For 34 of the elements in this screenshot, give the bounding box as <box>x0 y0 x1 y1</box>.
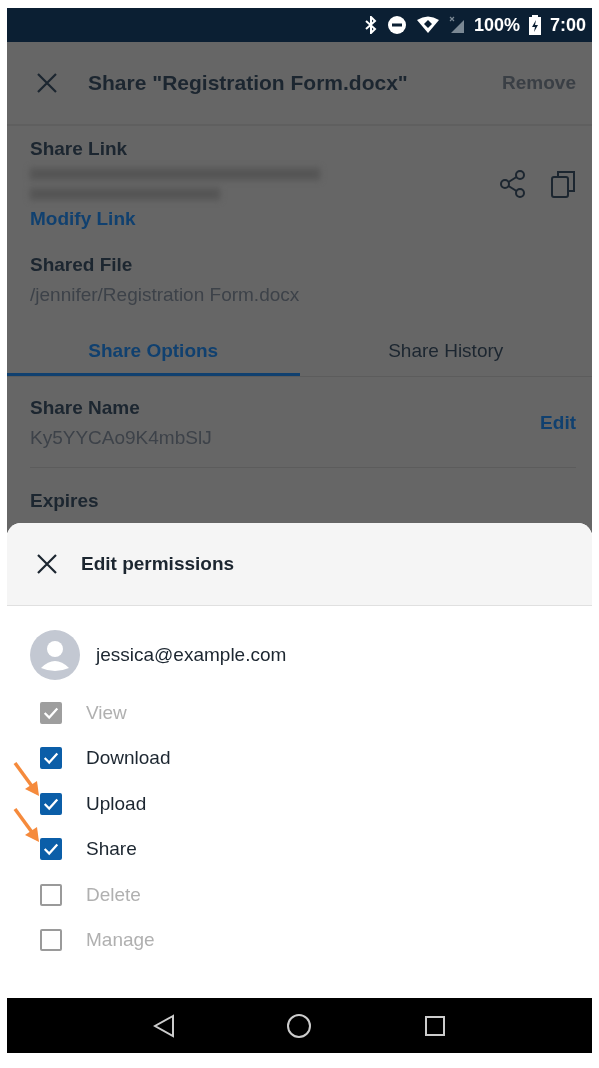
battery-charging-icon <box>528 15 541 35</box>
permission-label: Download <box>86 747 171 770</box>
expires-label: Expires <box>30 490 100 512</box>
user-email: jessica@example.com <box>96 644 287 666</box>
permission-checkbox[interactable] <box>40 747 62 770</box>
permission-checkbox[interactable] <box>40 792 62 815</box>
permission-label: Delete <box>86 883 141 906</box>
do-not-disturb-icon <box>386 15 407 35</box>
wifi-icon <box>415 16 440 34</box>
permission-label: Manage <box>86 929 155 952</box>
permission-label: View <box>86 701 127 724</box>
battery-percentage: 100% <box>473 14 520 36</box>
permission-checkbox[interactable] <box>40 838 62 861</box>
share-icon[interactable] <box>498 169 528 199</box>
avatar-icon <box>30 630 80 680</box>
copy-icon[interactable] <box>550 169 576 199</box>
permission-label: Upload <box>86 792 147 815</box>
permission-label: Share <box>86 838 137 861</box>
recent-apps-icon[interactable] <box>424 1014 447 1037</box>
screen-title: Share "Registration Form.docx" <box>88 71 409 95</box>
sheet-title: Edit permissions <box>81 553 235 575</box>
share-link-label: Share Link <box>30 138 129 160</box>
tab[interactable]: Share History <box>299 328 592 376</box>
home-icon[interactable] <box>286 1012 313 1039</box>
close-icon[interactable] <box>36 553 58 575</box>
signal-icon <box>448 16 465 34</box>
tab[interactable]: Share Options <box>7 328 300 376</box>
modify-link[interactable]: Modify Link <box>30 208 136 230</box>
back-icon[interactable] <box>152 1013 175 1038</box>
edit-button[interactable]: Edit <box>540 412 576 434</box>
shared-file-label: Shared File <box>30 254 134 276</box>
share-name-label: Share Name <box>30 397 141 419</box>
bluetooth-icon <box>363 16 378 34</box>
clock: 7:00 <box>549 14 586 36</box>
